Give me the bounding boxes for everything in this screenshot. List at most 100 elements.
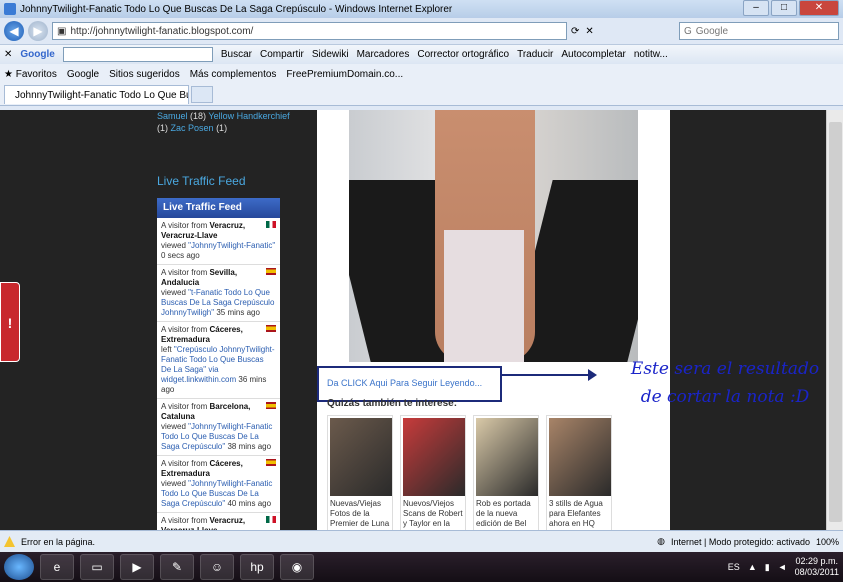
app-taskbar-icon[interactable]: ◉ [280, 554, 314, 580]
related-thumbnail[interactable] [549, 418, 611, 496]
compartir-button[interactable]: Compartir [260, 49, 304, 60]
folder-taskbar-icon[interactable]: ▭ [80, 554, 114, 580]
minimize-button[interactable]: – [743, 0, 769, 16]
messenger-taskbar-icon[interactable]: ☺ [200, 554, 234, 580]
feed-list: A visitor from Veracruz, Veracruz-Llave v… [157, 218, 280, 530]
google-logo: Google [20, 49, 55, 60]
visit-time: 0 secs ago [161, 251, 200, 260]
handwritten-annotation: Este sera el resultado de cortar la nota… [630, 359, 820, 407]
related-post[interactable]: Nuevas/Viejas Fotos de la Premier de Lun… [327, 415, 393, 530]
photo-shirt [444, 230, 524, 362]
traffic-heading: Live Traffic Feed [157, 174, 246, 188]
flag-icon [266, 221, 276, 228]
favorite-google[interactable]: Google [67, 69, 99, 80]
related-post[interactable]: Nuevos/Viejos Scans de Robert y Taylor e… [400, 415, 466, 530]
warning-icon[interactable] [4, 536, 15, 547]
ie-taskbar-icon[interactable]: e [40, 554, 74, 580]
globe-icon: ◍ [657, 536, 666, 546]
tab-label: JohnnyTwilight-Fanatic Todo Lo Que Busca… [15, 89, 188, 101]
flag-icon [266, 459, 276, 466]
close-button[interactable]: ✕ [799, 0, 839, 16]
tray-arrow-icon[interactable]: ▲ [748, 562, 757, 572]
tag-yellow[interactable]: Yellow Handkerchief [208, 111, 289, 121]
related-caption[interactable]: Nuevas/Viejas Fotos de la Premier de Lun… [330, 499, 390, 529]
visitor-action: viewed [161, 288, 186, 297]
feed-item: A visitor from Veracruz, Veracruz-Llavev… [157, 218, 280, 265]
visit-time: 38 mins ago [227, 442, 272, 451]
google-icon: G [684, 25, 692, 37]
search-placeholder: Google [695, 25, 729, 37]
language-indicator[interactable]: ES [728, 562, 740, 572]
visited-link[interactable]: "JohnnyTwilight-Fanatic" [188, 241, 275, 250]
autocompletar-button[interactable]: Autocompletar [561, 49, 625, 60]
visitor-action: viewed [161, 241, 186, 250]
close-toolbar-icon[interactable]: ✕ [4, 49, 12, 60]
buscar-button[interactable]: Buscar [221, 49, 252, 60]
related-thumbnail[interactable] [330, 418, 392, 496]
favorite-complementos[interactable]: Más complementos [190, 69, 277, 80]
related-thumbnail[interactable] [476, 418, 538, 496]
favoritos-label: Favoritos [15, 68, 57, 80]
page-icon: ▣ [57, 25, 67, 37]
feed-item: A visitor from Barcelona, Cataluna viewed… [157, 399, 280, 456]
refresh-icon[interactable]: ⟳ [571, 26, 579, 37]
sidewiki-button[interactable]: Sidewiki [312, 49, 349, 60]
notitw-button[interactable]: notitw... [634, 49, 668, 60]
title-bar: JohnnyTwilight-Fanatic Todo Lo Que Busca… [0, 0, 843, 18]
favorites-bar: ★ Favoritos Google Sitios sugeridos Más … [0, 64, 843, 84]
zoom-level[interactable]: 100% [816, 537, 839, 547]
scrollbar-thumb[interactable] [829, 122, 842, 522]
related-thumbnail[interactable] [403, 418, 465, 496]
ie-icon [4, 3, 16, 15]
stop-icon[interactable]: ✕ [585, 26, 593, 37]
visit-time: 40 mins ago [227, 499, 272, 508]
address-bar: ◀ ▶ ▣ http://johnnytwilight-fanatic.blog… [0, 18, 843, 44]
vertical-scrollbar[interactable] [826, 110, 843, 530]
tab-active[interactable]: JohnnyTwilight-Fanatic Todo Lo Que Busca… [4, 85, 189, 104]
corrector-button[interactable]: Corrector ortográfico [417, 49, 509, 60]
hp-taskbar-icon[interactable]: hp [240, 554, 274, 580]
read-more-link[interactable]: Da CLICK Aqui Para Seguir Leyendo... [327, 378, 482, 388]
notes-taskbar-icon[interactable]: ✎ [160, 554, 194, 580]
visitor-action: viewed [161, 479, 186, 488]
flag-icon [266, 268, 276, 275]
marcadores-button[interactable]: Marcadores [357, 49, 410, 60]
related-caption[interactable]: 3 stills de Agua para Elefantes ahora en… [549, 499, 609, 529]
visitor-prefix: A visitor from [161, 325, 208, 334]
window-title: JohnnyTwilight-Fanatic Todo Lo Que Busca… [20, 3, 453, 15]
toolbar-search-input[interactable] [62, 47, 213, 62]
favoritos-button[interactable]: ★ Favoritos [4, 69, 57, 80]
traducir-button[interactable]: Traducir [517, 49, 553, 60]
new-tab-button[interactable] [191, 86, 213, 103]
window-controls: – □ ✕ [743, 0, 839, 16]
tag-samuel[interactable]: Samuel [157, 111, 188, 121]
maximize-button[interactable]: □ [771, 0, 797, 16]
feed-item: A visitor from Cáceres, Extremadura viewe… [157, 456, 280, 513]
back-button[interactable]: ◀ [4, 21, 24, 41]
related-posts: Nuevas/Viejas Fotos de la Premier de Lun… [327, 415, 612, 530]
flag-icon [266, 325, 276, 332]
read-more-box: Da CLICK Aqui Para Seguir Leyendo... [317, 366, 502, 402]
related-caption[interactable]: Nuevos/Viejos Scans de Robert y Taylor e… [403, 499, 463, 529]
favorite-freepremium[interactable]: FreePremiumDomain.co... [286, 69, 403, 80]
volume-icon[interactable]: ◄ [778, 562, 787, 572]
system-tray: ES ▲ ▮ ◄ 02:29 p.m. 08/03/2011 [728, 556, 839, 578]
tag-zac[interactable]: Zac Posen [171, 123, 214, 133]
status-error[interactable]: Error en la página. [21, 537, 95, 547]
favorite-sitios[interactable]: Sitios sugeridos [109, 69, 180, 80]
search-input[interactable]: G Google [679, 22, 839, 40]
visitor-prefix: A visitor from [161, 516, 208, 525]
status-zone: ◍ Internet | Modo protegido: activado 10… [657, 536, 839, 547]
related-post[interactable]: 3 stills de Agua para Elefantes ahora en… [546, 415, 612, 530]
visit-time: 35 mins ago [216, 308, 260, 317]
start-button[interactable] [4, 554, 34, 580]
related-caption[interactable]: Rob es portada de la nueva edición de Be… [476, 499, 536, 529]
url-field[interactable]: ▣ http://johnnytwilight-fanatic.blogspot… [52, 22, 567, 40]
clock[interactable]: 02:29 p.m. 08/03/2011 [795, 556, 839, 578]
forward-button[interactable]: ▶ [28, 21, 48, 41]
side-feedback-tab[interactable]: ! [0, 282, 20, 362]
related-post[interactable]: Rob es portada de la nueva edición de Be… [473, 415, 539, 530]
media-taskbar-icon[interactable]: ▶ [120, 554, 154, 580]
battery-icon[interactable]: ▮ [765, 562, 770, 573]
visitor-prefix: A visitor from [161, 402, 208, 411]
